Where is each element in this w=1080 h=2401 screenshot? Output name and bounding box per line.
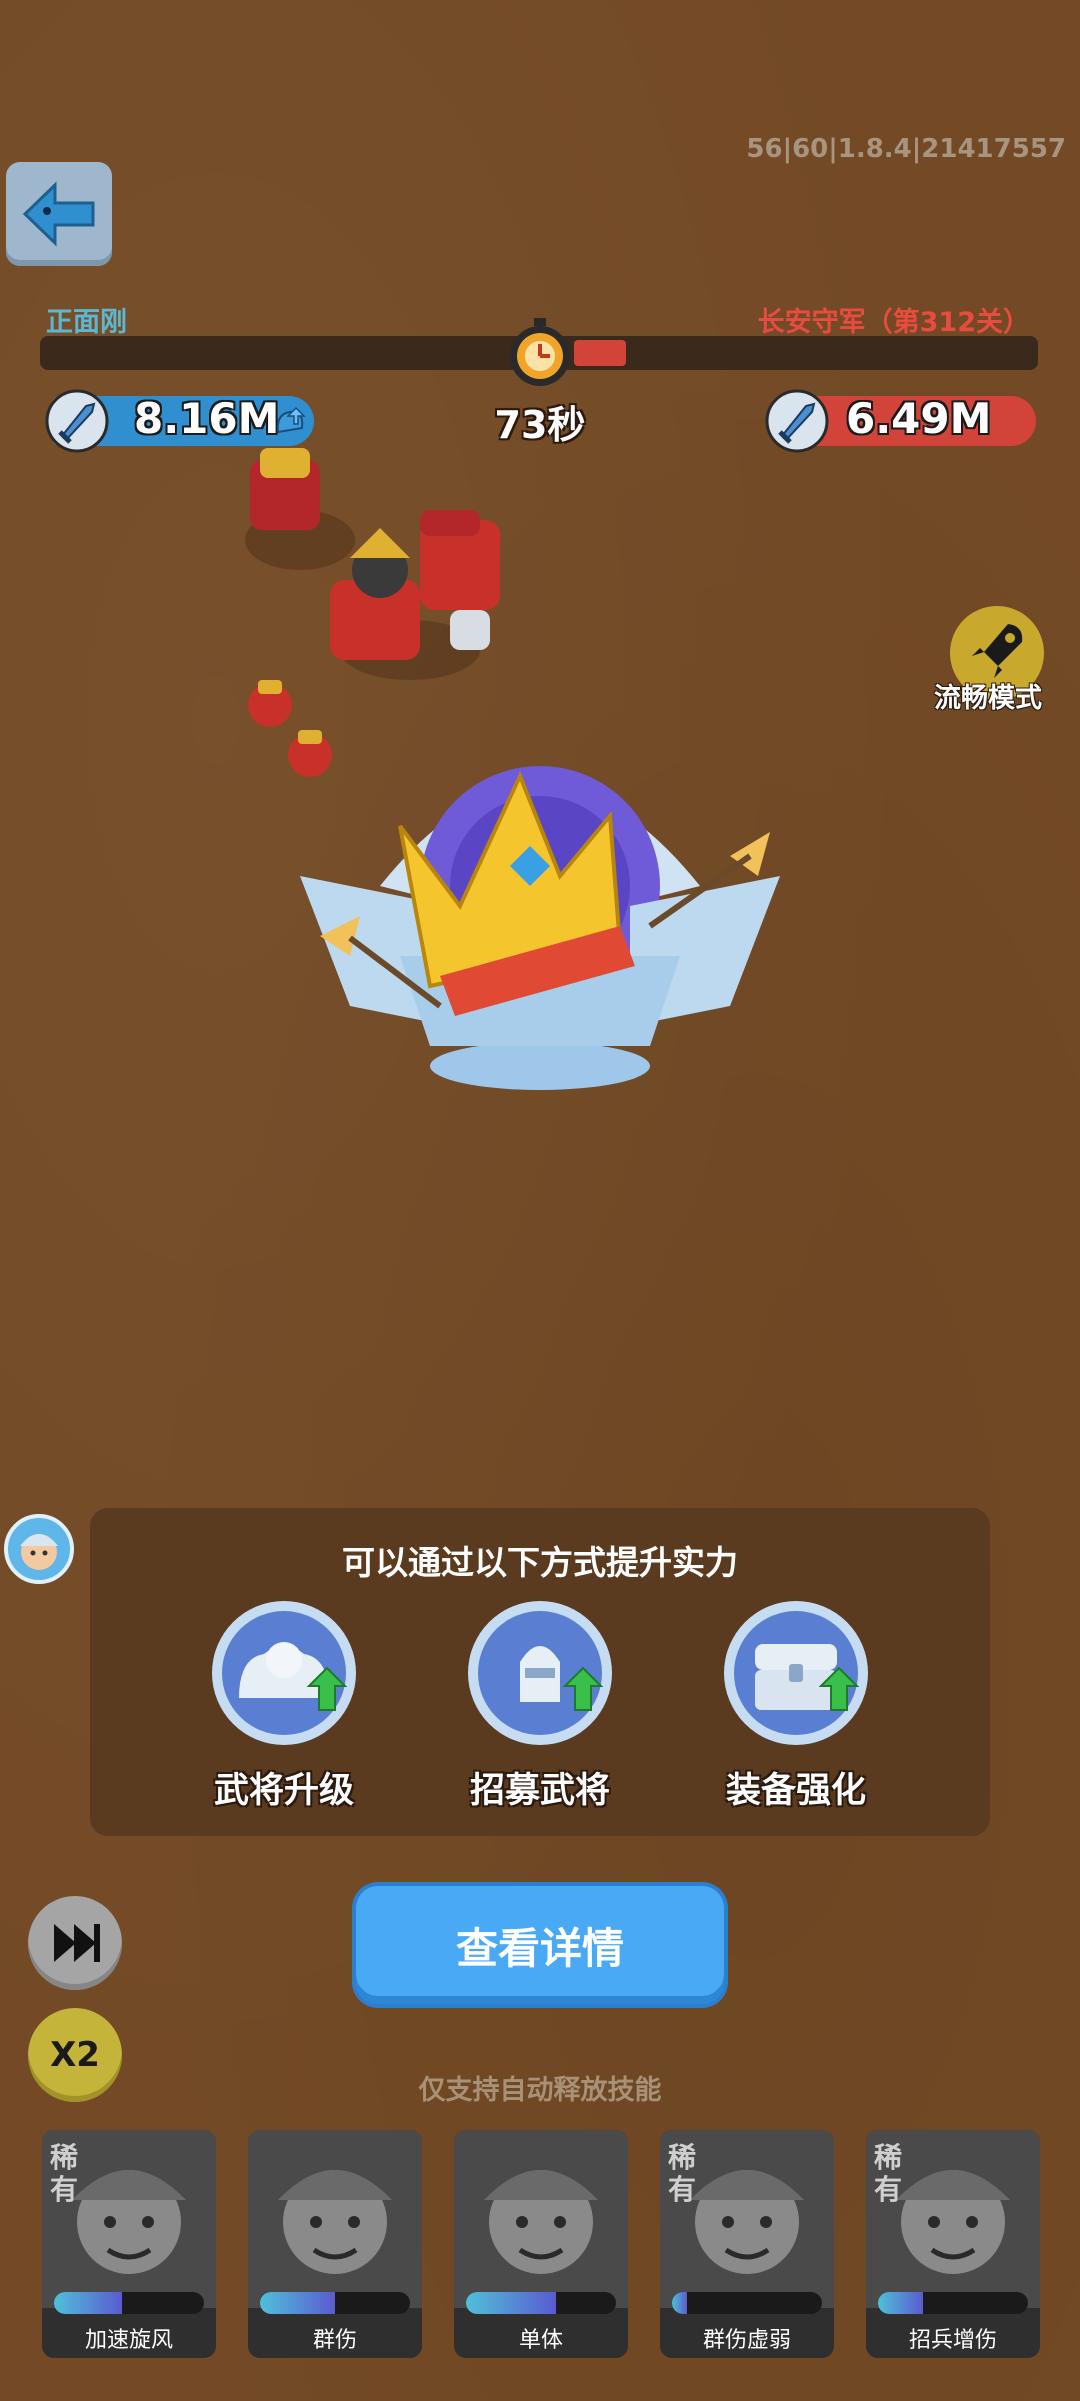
option-label: 武将升级 [213, 1771, 354, 1811]
option-recruit-hero[interactable]: 招募武将 [440, 1598, 640, 1813]
rare-tag: 稀有 [50, 2141, 79, 2206]
hero-upgrade-icon [212, 1601, 356, 1745]
skip-button[interactable] [28, 1896, 122, 1990]
skill-label: 加速旋风 [84, 2328, 173, 2353]
skill-label: 招兵增伤 [908, 2328, 997, 2353]
equipment-chest-icon [724, 1601, 868, 1745]
rare-tag: 稀有 [874, 2141, 903, 2206]
skill-charge-fill [878, 2292, 923, 2314]
stopwatch-icon [510, 318, 570, 386]
player-power-value: 8.16M [134, 394, 280, 443]
power-boost-icon [276, 406, 306, 434]
enemy-progress-fill [574, 340, 626, 366]
recruit-hero-icon [468, 1601, 612, 1745]
fast-forward-icon [54, 1924, 100, 1962]
back-arrow-icon [22, 181, 95, 247]
skill-label: 群伤 [312, 2328, 357, 2353]
skill-charge-fill [672, 2292, 687, 2314]
enemy-power-value: 6.49M [846, 394, 992, 443]
enemy-name: 长安守军（第312关） [757, 307, 1030, 338]
defeat-crown-emblem [300, 766, 780, 1090]
view-details-button[interactable]: 查看详情 [356, 1886, 724, 2004]
hero-face-icon [20, 1534, 58, 1570]
skill-card[interactable]: 稀有 群伤虚弱 [660, 2130, 834, 2358]
rare-tag: 稀有 [668, 2141, 697, 2206]
soldier-unit [245, 448, 355, 570]
skill-card[interactable]: 稀有 加速旋风 [42, 2130, 216, 2358]
panel-title: 可以通过以下方式提升实力 [342, 1543, 738, 1582]
back-button[interactable] [6, 162, 112, 266]
skill-charge-bar [260, 2292, 410, 2314]
skill-label: 群伤虚弱 [702, 2328, 791, 2353]
option-label: 招募武将 [469, 1771, 610, 1811]
skill-label: 单体 [518, 2328, 563, 2353]
option-hero-upgrade[interactable]: 武将升级 [184, 1598, 384, 1813]
hero-avatar[interactable] [4, 1514, 74, 1584]
sword-icon [765, 389, 829, 453]
auto-skill-hint: 仅支持自动释放技能 [418, 2075, 662, 2106]
hero-portrait-icon [454, 2130, 628, 2308]
skill-card[interactable]: 单体 [454, 2130, 628, 2358]
hero-portrait-icon [248, 2130, 422, 2308]
skill-charge-bar [878, 2292, 1028, 2314]
skill-charge-bar [54, 2292, 204, 2314]
skill-charge-fill [260, 2292, 335, 2314]
smooth-mode-label: 流畅模式 [934, 683, 1042, 714]
skill-card[interactable]: 群伤 [248, 2130, 422, 2358]
version-text: 56|60|1.8.4|21417557 [746, 134, 1066, 164]
skill-charge-fill [54, 2292, 122, 2314]
option-equipment-enhance[interactable]: 装备强化 [696, 1598, 896, 1813]
player-name: 正面刚 [46, 307, 127, 338]
skill-charge-bar [466, 2292, 616, 2314]
skill-charge-fill [466, 2292, 556, 2314]
skill-charge-bar [672, 2292, 822, 2314]
skill-card[interactable]: 稀有 招兵增伤 [866, 2130, 1040, 2358]
sword-icon [45, 389, 109, 453]
improve-strength-panel: 可以通过以下方式提升实力 武将升级 招募武将 装备强化 [90, 1508, 990, 1836]
option-label: 装备强化 [725, 1771, 866, 1811]
